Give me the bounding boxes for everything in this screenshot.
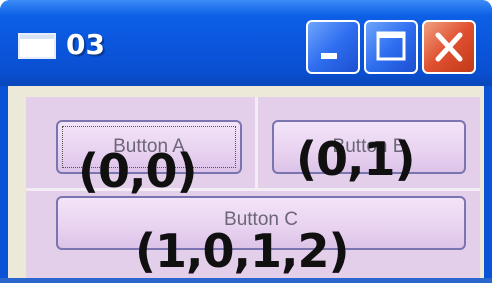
grid-divider-vertical [255,97,258,190]
maximize-icon [376,31,406,61]
minimize-button[interactable] [306,20,360,74]
cell-label-a: (0,0) [78,144,198,198]
close-button[interactable] [422,20,476,74]
cell-label-c: (1,0,1,2) [135,224,349,278]
minimize-icon [321,53,337,59]
window-icon[interactable] [18,33,56,59]
close-icon [435,32,463,62]
title-bar[interactable]: 03 [0,0,492,86]
window-title: 03 [66,28,105,61]
window-bottom-border [0,278,492,283]
maximize-button[interactable] [364,20,418,74]
cell-label-b: (0,1) [296,132,416,186]
